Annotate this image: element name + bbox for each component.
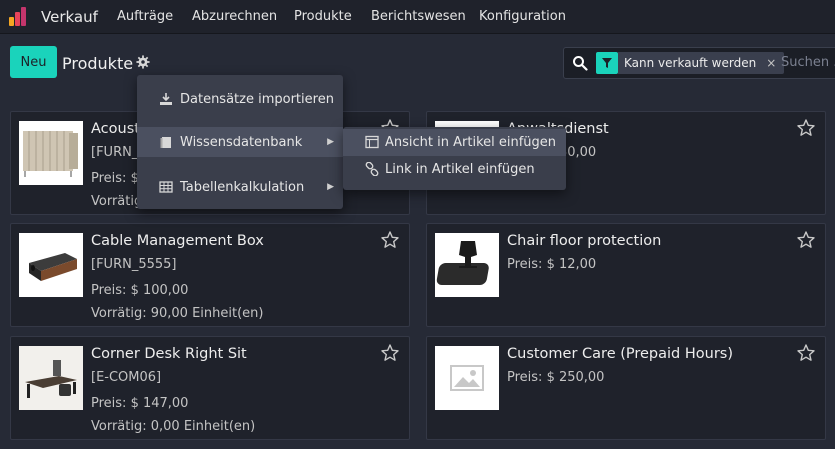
menu-item-insert-view[interactable]: Ansicht in Artikel einfügen (343, 129, 566, 156)
app-name[interactable]: Verkauf (41, 8, 98, 26)
product-price: Preis: $ 12,00 (507, 257, 597, 272)
window-icon (365, 135, 379, 149)
nav-item-reporting[interactable]: Berichtswesen (371, 9, 466, 24)
caret-right-icon: ▶ (327, 182, 334, 192)
search-input[interactable]: Suchen ... (781, 55, 835, 70)
product-name[interactable]: Customer Care (Prepaid Hours) (507, 346, 733, 362)
product-image-placeholder (435, 346, 499, 410)
menu-item-label: Link in Artikel einfügen (385, 162, 535, 177)
menu-item-knowledge[interactable]: Wissensdatenbank ▶ (137, 127, 343, 157)
product-price: Preis: $ 250,00 (507, 370, 605, 385)
product-card[interactable]: Customer Care (Prepaid Hours) Preis: $ 2… (426, 336, 826, 440)
search-icon[interactable] (572, 55, 588, 71)
filter-facet-label: Kann verkauft werden (624, 56, 757, 70)
filter-facet: Kann verkauft werden × (618, 52, 785, 74)
product-stock: Vorrätig: 90,00 Einheit(en) (91, 306, 264, 321)
product-image-corner-desk (19, 346, 83, 410)
product-name[interactable]: Cable Management Box (91, 233, 264, 249)
star-icon[interactable] (796, 118, 816, 138)
menu-item-label: Datensätze importieren (180, 91, 334, 107)
product-name[interactable]: Corner Desk Right Sit (91, 346, 247, 362)
menu-item-label: Wissensdatenbank (180, 134, 303, 150)
link-icon (365, 162, 379, 176)
product-stock: Vorrätig: 0,00 Einheit(en) (91, 419, 256, 434)
product-card[interactable]: Chair floor protection Preis: $ 12,00 (426, 223, 826, 327)
menu-item-label: Tabellenkalkulation (180, 179, 305, 195)
product-card[interactable]: Cable Management Box [FURN_5555] Preis: … (10, 223, 410, 327)
star-icon[interactable] (796, 343, 816, 363)
nav-item-to-invoice[interactable]: Abzurechnen (192, 9, 277, 24)
download-icon (160, 93, 172, 105)
nav-item-orders[interactable]: Aufträge (117, 9, 173, 24)
menu-item-insert-link[interactable]: Link in Artikel einfügen (343, 156, 566, 183)
nav-item-products[interactable]: Produkte (294, 9, 352, 24)
table-icon (159, 181, 173, 193)
page-title[interactable]: Produkte (62, 54, 133, 73)
product-name[interactable]: Chair floor protection (507, 233, 661, 249)
new-button[interactable]: Neu (10, 46, 57, 78)
nav-item-configuration[interactable]: Konfiguration (479, 9, 566, 24)
funnel-icon (602, 58, 612, 68)
product-image-acoustic-screen (19, 121, 83, 185)
menu-item-import-records[interactable]: Datensätze importieren (137, 84, 343, 114)
caret-right-icon: ▶ (327, 137, 334, 147)
top-navbar: Verkauf Aufträge Abzurechnen Produkte Be… (0, 0, 835, 34)
product-card[interactable]: Corner Desk Right Sit [E-COM06] Preis: $… (10, 336, 410, 440)
product-price: Preis: $ 147,00 (91, 396, 189, 411)
knowledge-submenu: Ansicht in Artikel einfügen Link in Arti… (343, 127, 566, 190)
product-ref: [FURN_5555] (91, 257, 177, 272)
gear-dropdown-menu: Datensätze importieren Wissensdatenbank … (137, 75, 343, 209)
product-image-cable-box (19, 233, 83, 297)
filter-facet-icon (596, 52, 618, 74)
menu-item-spreadsheet[interactable]: Tabellenkalkulation ▶ (137, 172, 343, 202)
star-icon[interactable] (796, 230, 816, 250)
product-price: Preis: $ 100,00 (91, 283, 189, 298)
facet-remove-icon[interactable]: × (766, 56, 776, 70)
book-icon (160, 137, 171, 148)
gear-icon[interactable] (136, 55, 150, 69)
star-icon[interactable] (380, 230, 400, 250)
star-icon[interactable] (380, 343, 400, 363)
product-ref: [E-COM06] (91, 370, 162, 385)
product-image-floor-mat (435, 233, 499, 297)
menu-item-label: Ansicht in Artikel einfügen (385, 135, 557, 150)
app-logo-icon[interactable] (9, 6, 31, 26)
